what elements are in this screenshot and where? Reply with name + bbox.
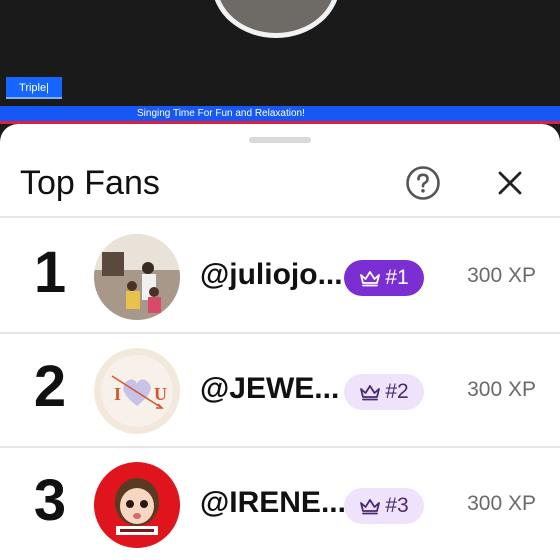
rank-number: 3: [33, 468, 67, 533]
fan-xp: 300 XP: [467, 492, 536, 515]
sheet-title: Top Fans: [20, 164, 160, 202]
rank-badge-label: #2: [385, 380, 409, 403]
fan-row-1[interactable]: 1 @juliojo... #1 300 XP: [0, 220, 560, 334]
stream-ticker: Singing Time For Fun and Relaxation!: [0, 106, 560, 124]
close-button[interactable]: [494, 167, 526, 199]
fan-xp: 300 XP: [467, 378, 536, 401]
close-icon: [498, 171, 522, 195]
fan-username[interactable]: @IRENE...: [200, 486, 346, 520]
help-button[interactable]: [404, 164, 442, 202]
rank-badge: #1: [344, 260, 424, 296]
rank-badge-label: #1: [385, 266, 409, 289]
rank-badge-label: #3: [385, 494, 409, 517]
fan-row-3[interactable]: 3 @IRENE... #3 300 XP: [0, 448, 560, 560]
channel-tag: Triple|: [6, 77, 62, 99]
heart-i-love-u-avatar: I U: [94, 348, 180, 434]
fan-avatar[interactable]: [94, 462, 180, 548]
sheet-drag-handle[interactable]: [249, 137, 311, 143]
fan-username[interactable]: @juliojo...: [200, 258, 343, 292]
top-fans-sheet: Top Fans 1 @juliojo... #1 300 XP 2 I U @…: [0, 124, 560, 560]
fan-row-2[interactable]: 2 I U @JEWE... #2 300 XP: [0, 334, 560, 448]
fan-xp: 300 XP: [467, 264, 536, 287]
svg-text:I: I: [114, 384, 121, 404]
photo-family-avatar: [94, 234, 180, 320]
rank-number: 1: [33, 240, 67, 305]
crown-icon: [360, 499, 381, 515]
cartoon-girl-avatar: [94, 462, 180, 548]
fan-avatar[interactable]: I U: [94, 348, 180, 434]
crown-icon: [360, 271, 381, 287]
live-stream-view: Triple| Singing Time For Fun and Relaxat…: [0, 0, 560, 140]
rank-number: 2: [33, 354, 67, 419]
ticker-text: Singing Time For Fun and Relaxation!: [137, 108, 305, 119]
help-circle-icon: [406, 166, 440, 200]
fan-avatar[interactable]: [94, 234, 180, 320]
sheet-header: Top Fans: [0, 154, 560, 218]
fan-username[interactable]: @JEWE...: [200, 372, 339, 406]
crown-icon: [360, 385, 381, 401]
rank-badge: #2: [344, 374, 424, 410]
streamer-avatar: [212, 0, 340, 38]
svg-text:U: U: [154, 384, 167, 404]
rank-badge: #3: [344, 488, 424, 524]
